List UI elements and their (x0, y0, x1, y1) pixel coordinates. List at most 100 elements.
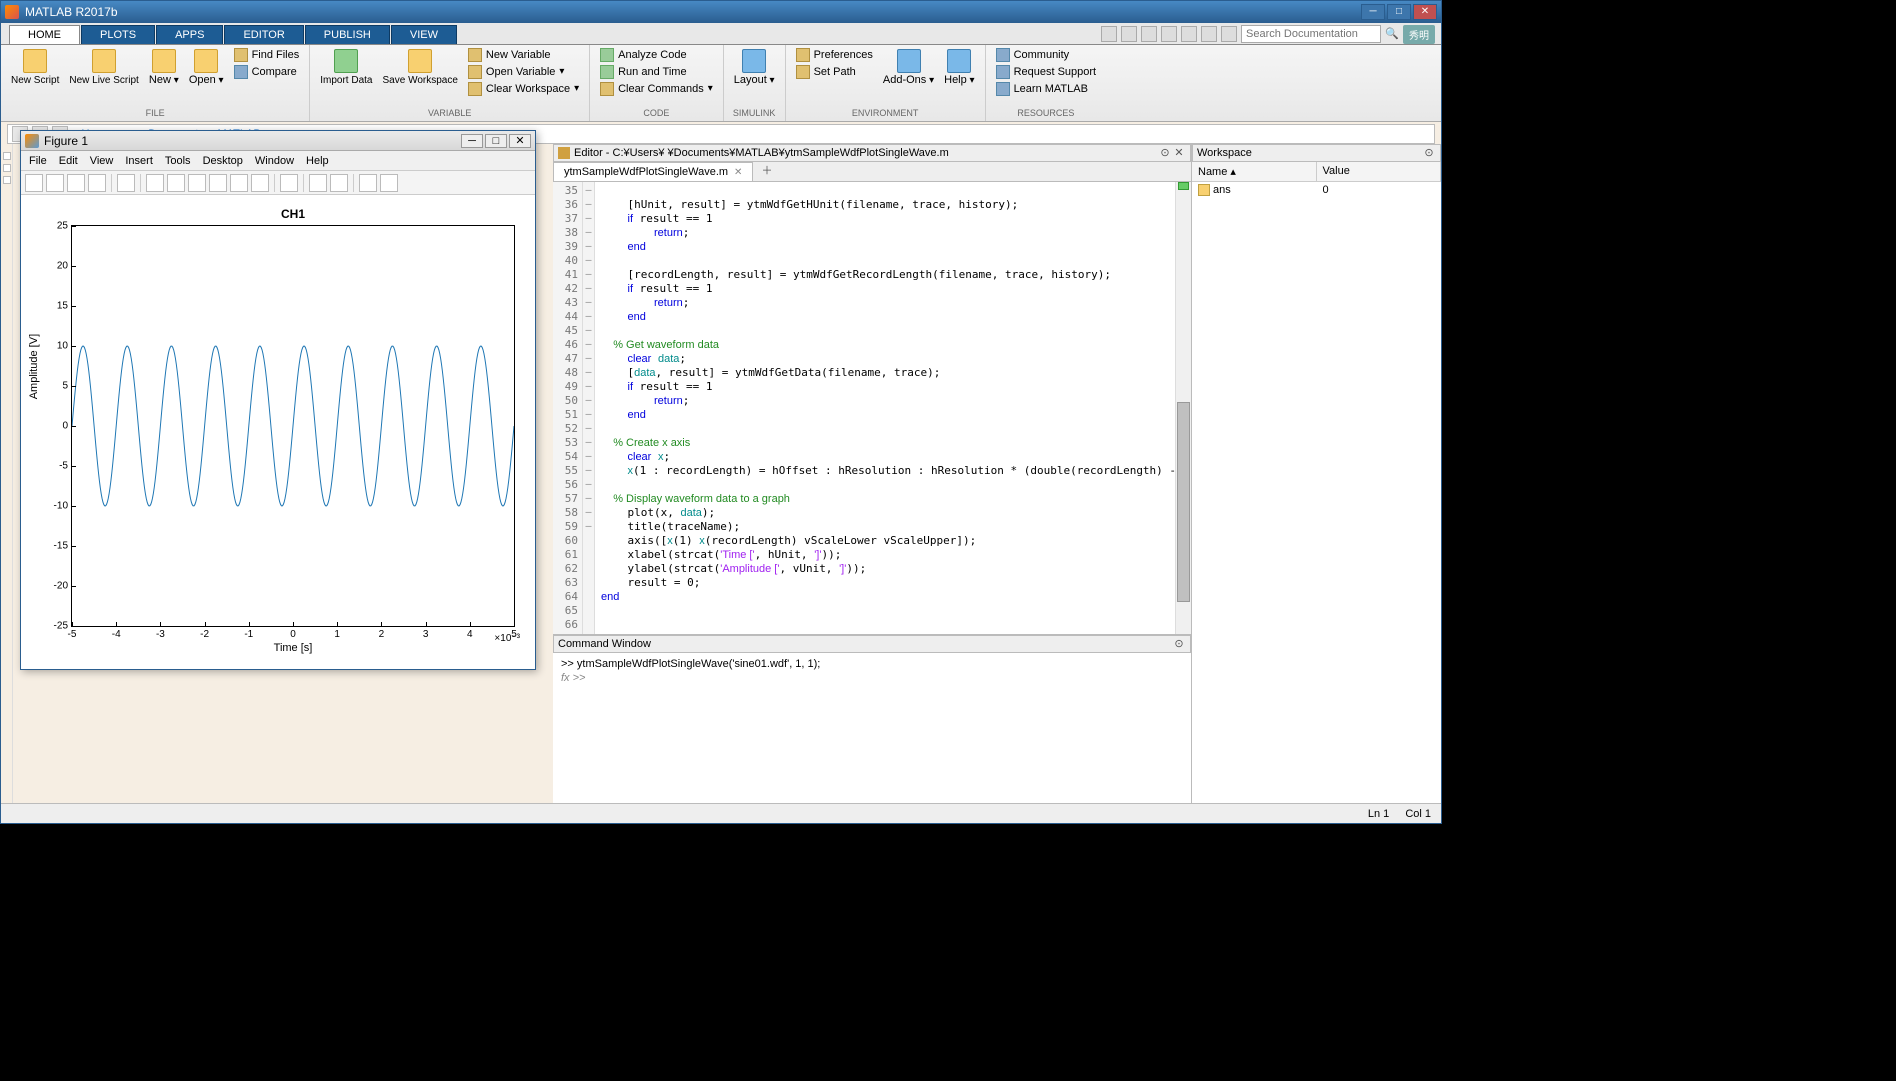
new-button[interactable]: New ▾ (145, 47, 183, 88)
workspace-panel: Workspace ⊙ Name ▴ Value ans 0 (1191, 144, 1441, 803)
menu-edit[interactable]: Edit (59, 155, 78, 167)
help-button[interactable]: Help ▾ (940, 47, 978, 88)
new-script-button[interactable]: New Script (7, 47, 63, 88)
col-value[interactable]: Value (1317, 162, 1442, 181)
close-button[interactable]: ✕ (1413, 4, 1437, 20)
clear-workspace-button[interactable]: Clear Workspace ▾ (464, 81, 583, 97)
data-cursor-icon[interactable] (230, 174, 248, 192)
center-panel: Editor - C:¥Users¥ ¥Documents¥MATLAB¥ytm… (553, 144, 1191, 803)
figure-menubar: File Edit View Insert Tools Desktop Wind… (21, 151, 535, 171)
workspace-columns: Name ▴ Value (1192, 162, 1441, 182)
minimize-button[interactable]: ─ (461, 134, 483, 148)
tab-view[interactable]: VIEW (391, 25, 457, 44)
set-path-button[interactable]: Set Path (792, 64, 877, 80)
tab-apps[interactable]: APPS (156, 25, 223, 44)
request-support-button[interactable]: Request Support (992, 64, 1101, 80)
rotate-icon[interactable] (209, 174, 227, 192)
new-live-script-button[interactable]: New Live Script (65, 47, 142, 88)
preferences-button[interactable]: Preferences (792, 47, 877, 63)
menu-tools[interactable]: Tools (165, 155, 191, 167)
link-icon[interactable] (280, 174, 298, 192)
scrollbar-thumb[interactable] (1177, 402, 1190, 602)
cut-icon[interactable] (1121, 26, 1137, 42)
redo-icon[interactable] (1201, 26, 1217, 42)
figure-titlebar[interactable]: Figure 1 ─ □ ✕ (21, 131, 535, 151)
chart-axes[interactable]: Amplitude [V] Time [s] ×10⁻³ -25-20-15-1… (71, 225, 515, 627)
tab-plots[interactable]: PLOTS (81, 25, 155, 44)
maximize-button[interactable]: □ (1387, 4, 1411, 20)
clear-commands-button[interactable]: Clear Commands ▾ (596, 81, 717, 97)
menu-view[interactable]: View (90, 155, 114, 167)
file-tab[interactable]: ytmSampleWdfPlotSingleWave.m ✕ (553, 162, 753, 181)
analyze-code-button[interactable]: Analyze Code (596, 47, 717, 63)
save-icon[interactable] (1101, 26, 1117, 42)
layout-button[interactable]: Layout ▾ (730, 47, 779, 88)
panel-close-icon[interactable]: ✕ (1172, 146, 1186, 160)
save-workspace-button[interactable]: Save Workspace (379, 47, 462, 88)
code-editor[interactable]: 35 36 37 38 39 40 41 42 43 44 45 46 47 4… (553, 182, 1191, 634)
search-icon[interactable]: 🔍 (1385, 27, 1399, 41)
pointer-icon[interactable] (117, 174, 135, 192)
gutter-icon[interactable] (3, 164, 11, 172)
gutter-icon[interactable] (3, 152, 11, 160)
search-input[interactable] (1241, 25, 1381, 43)
learn-matlab-button[interactable]: Learn MATLAB (992, 81, 1101, 97)
tab-editor[interactable]: EDITOR (224, 25, 303, 44)
print-icon[interactable] (88, 174, 106, 192)
statusbar: Ln 1 Col 1 (1, 803, 1441, 823)
open-variable-button[interactable]: Open Variable ▾ (464, 64, 583, 80)
close-tab-icon[interactable]: ✕ (734, 167, 742, 178)
colorbar-icon[interactable] (309, 174, 327, 192)
x-axis-label: Time [s] (274, 642, 313, 654)
ribbon-group-env: Preferences Set Path Add-Ons ▾ Help ▾ EN… (786, 45, 986, 122)
minimize-button[interactable]: ─ (1361, 4, 1385, 20)
user-badge[interactable]: 秀明 (1403, 25, 1435, 44)
new-variable-button[interactable]: New Variable (464, 47, 583, 63)
menu-desktop[interactable]: Desktop (203, 155, 243, 167)
menu-insert[interactable]: Insert (125, 155, 153, 167)
command-window-body[interactable]: >> ytmSampleWdfPlotSingleWave('sine01.wd… (553, 653, 1191, 803)
find-files-button[interactable]: Find Files (230, 47, 304, 63)
code-text[interactable]: [hUnit, result] = ytmWdfGetHUnit(filenam… (595, 182, 1175, 634)
gutter-icon[interactable] (3, 176, 11, 184)
help-icon[interactable] (1221, 26, 1237, 42)
panel-menu-icon[interactable]: ⊙ (1172, 637, 1186, 651)
panel-menu-icon[interactable]: ⊙ (1422, 146, 1436, 160)
run-and-time-button[interactable]: Run and Time (596, 64, 717, 80)
paste-icon[interactable] (1161, 26, 1177, 42)
new-figure-icon[interactable] (25, 174, 43, 192)
hide-tools-icon[interactable] (380, 174, 398, 192)
menu-file[interactable]: File (29, 155, 47, 167)
community-button[interactable]: Community (992, 47, 1101, 63)
copy-icon[interactable] (1141, 26, 1157, 42)
menu-window[interactable]: Window (255, 155, 294, 167)
zoom-in-icon[interactable] (146, 174, 164, 192)
save-icon[interactable] (67, 174, 85, 192)
tab-home[interactable]: HOME (9, 25, 80, 44)
menu-help[interactable]: Help (306, 155, 329, 167)
plot-tools-icon[interactable] (359, 174, 377, 192)
legend-icon[interactable] (330, 174, 348, 192)
panel-menu-icon[interactable]: ⊙ (1158, 146, 1172, 160)
zoom-out-icon[interactable] (167, 174, 185, 192)
col-name[interactable]: Name ▴ (1192, 162, 1317, 181)
undo-icon[interactable] (1181, 26, 1197, 42)
ribbon-group-code: Analyze Code Run and Time Clear Commands… (590, 45, 724, 122)
open-icon[interactable] (46, 174, 64, 192)
workspace-row[interactable]: ans 0 (1192, 182, 1441, 198)
compare-button[interactable]: Compare (230, 64, 304, 80)
open-button[interactable]: Open ▾ (185, 47, 228, 88)
scrollbar-track[interactable] (1175, 182, 1191, 634)
figure-window[interactable]: Figure 1 ─ □ ✕ File Edit View Insert Too… (20, 130, 536, 670)
pan-icon[interactable] (188, 174, 206, 192)
addons-button[interactable]: Add-Ons ▾ (879, 47, 938, 88)
brush-icon[interactable] (251, 174, 269, 192)
editor-icon (558, 147, 570, 159)
close-button[interactable]: ✕ (509, 134, 531, 148)
import-data-button[interactable]: Import Data (316, 47, 376, 88)
new-tab-button[interactable]: ＋ (753, 159, 780, 181)
ribbon-group-simulink: Layout ▾ SIMULINK (724, 45, 786, 122)
tab-publish[interactable]: PUBLISH (305, 25, 390, 44)
ribbon-group-variable: Import Data Save Workspace New Variable … (310, 45, 590, 122)
maximize-button[interactable]: □ (485, 134, 507, 148)
